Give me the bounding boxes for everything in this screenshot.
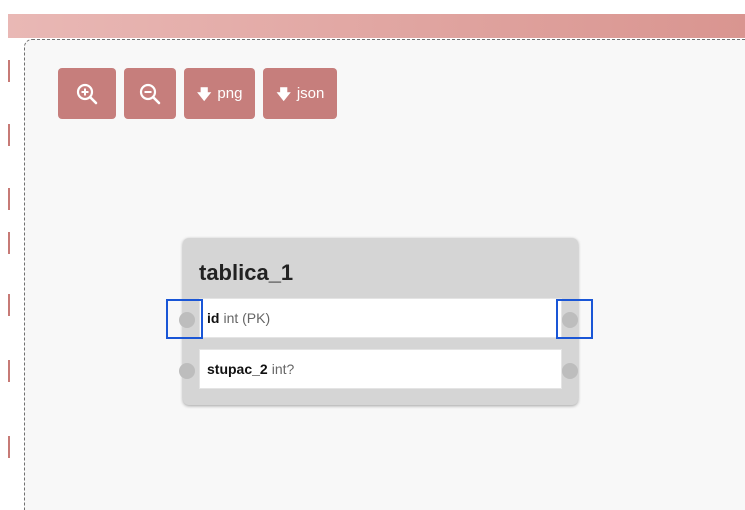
column-name: id [207,310,220,326]
table-node[interactable]: tablica_1 id int (PK) stupac_2 int? [179,238,578,405]
export-json-button[interactable]: 🡇 json [263,68,338,119]
zoom-out-button[interactable] [124,68,176,119]
zoom-in-button[interactable] [58,68,116,119]
port-highlight-right [556,299,593,339]
table-title: tablica_1 [199,260,294,285]
panel-marker [8,294,10,316]
canvas-toolbar: 🡇 png 🡇 json [58,68,338,119]
port-highlight-left [166,299,203,339]
zoom-out-icon [139,83,161,105]
table-column-row[interactable]: id int (PK) [199,298,562,338]
panel-marker [8,188,10,210]
connection-port-left[interactable] [179,363,195,379]
export-png-label: png [217,85,243,102]
arrow-down-icon: 🡇 [197,85,212,102]
arrow-down-icon: 🡇 [276,85,291,102]
left-panel-edge [0,38,12,510]
panel-marker [8,232,10,254]
panel-marker [8,436,10,458]
connection-port-right[interactable] [562,363,578,379]
column-name: stupac_2 [207,361,268,377]
table-column-row[interactable]: stupac_2 int? [199,349,562,389]
column-type: int? [271,361,295,377]
export-png-button[interactable]: 🡇 png [184,68,256,119]
panel-marker [8,124,10,146]
column-type: int (PK) [223,310,271,326]
zoom-in-icon [76,83,98,105]
panel-marker [8,60,10,82]
export-json-label: json [296,85,325,102]
header-bar [8,14,745,38]
app-page: 🡇 png 🡇 json tablica_1 id int (PK) stupa… [0,0,745,510]
panel-marker [8,360,10,382]
